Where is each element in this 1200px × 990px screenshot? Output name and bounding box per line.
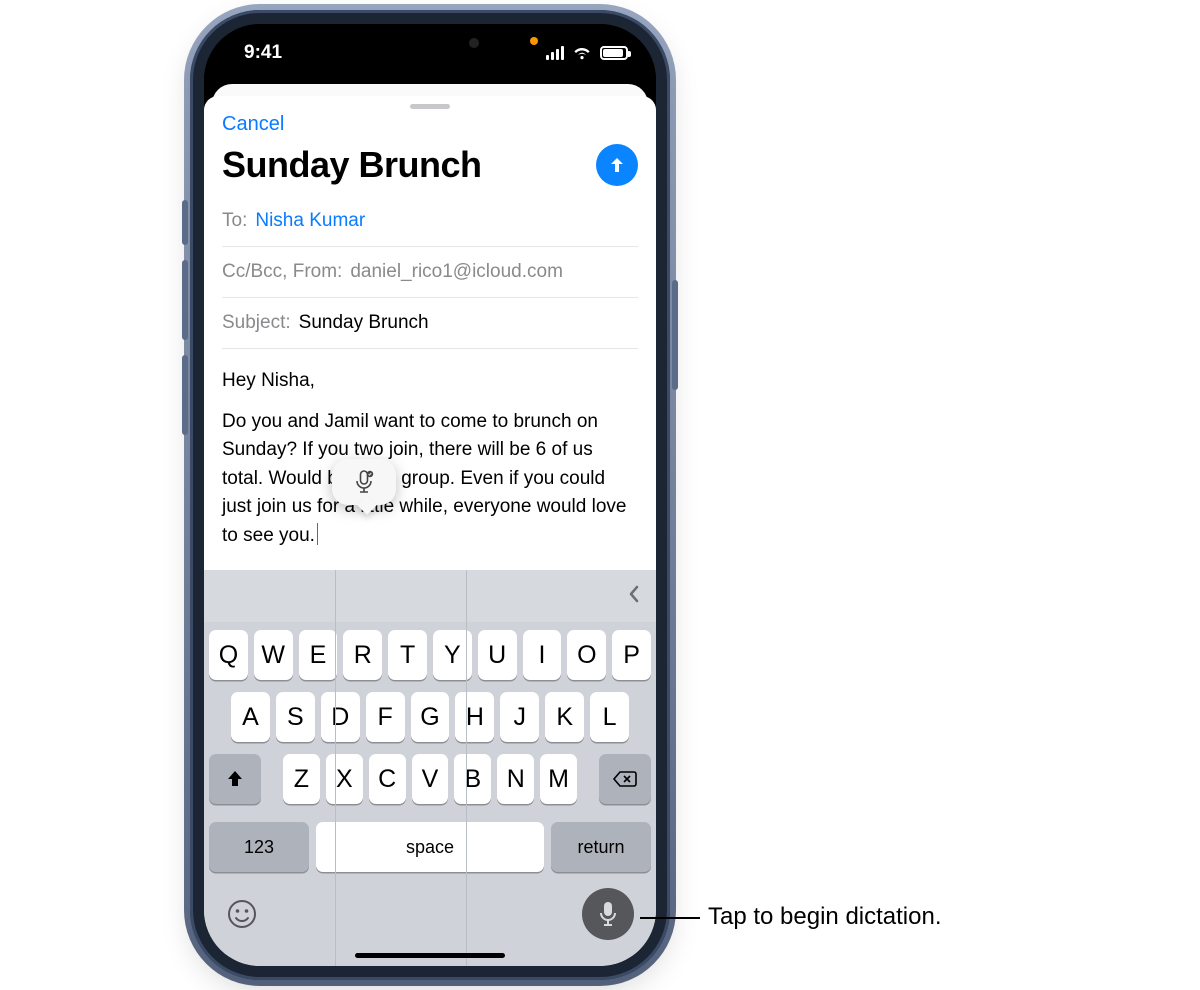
to-label: To: bbox=[222, 210, 247, 232]
subject-field[interactable]: Subject: Sunday Brunch bbox=[222, 298, 638, 349]
cc-bcc-from-field[interactable]: Cc/Bcc, From: daniel_rico1@icloud.com bbox=[222, 247, 638, 298]
send-button[interactable] bbox=[596, 144, 638, 186]
from-address: daniel_rico1@icloud.com bbox=[350, 261, 563, 283]
wifi-icon bbox=[572, 46, 592, 60]
status-time: 9:41 bbox=[244, 42, 282, 64]
ccfrom-label: Cc/Bcc, From: bbox=[222, 261, 342, 283]
status-indicators bbox=[530, 46, 628, 60]
body-line-1: Hey Nisha, bbox=[222, 367, 638, 396]
subject-value: Sunday Brunch bbox=[299, 312, 429, 334]
text-cursor bbox=[317, 523, 318, 545]
signal-icon bbox=[546, 46, 564, 60]
keyboard: Q W E R T Y U I O P A bbox=[204, 570, 656, 966]
home-indicator[interactable] bbox=[355, 953, 505, 958]
mic-indicator-dot bbox=[530, 37, 538, 45]
collapse-suggestions-button[interactable] bbox=[626, 582, 642, 611]
cancel-button[interactable]: Cancel bbox=[222, 113, 284, 136]
mute-switch bbox=[182, 200, 188, 245]
body-line-2: Do you and Jamil want to come to brunch … bbox=[222, 411, 626, 546]
volume-up bbox=[182, 260, 188, 340]
notch bbox=[345, 24, 515, 58]
subject-label: Subject: bbox=[222, 312, 291, 334]
mic-icon bbox=[353, 470, 375, 494]
callout-leader-line bbox=[640, 917, 700, 919]
to-recipient[interactable]: Nisha Kumar bbox=[255, 210, 365, 232]
page-title: Sunday Brunch bbox=[222, 144, 482, 186]
sheet-grabber[interactable] bbox=[410, 104, 450, 109]
callout-text: Tap to begin dictation. bbox=[708, 903, 942, 931]
compose-sheet: Cancel Sunday Brunch To: Nisha Kumar bbox=[204, 96, 656, 966]
dictation-popover[interactable] bbox=[332, 459, 396, 505]
mic-icon bbox=[597, 900, 619, 928]
volume-down bbox=[182, 355, 188, 435]
suggestion-slots bbox=[204, 570, 598, 966]
side-button bbox=[672, 280, 678, 390]
screen: 9:41 Cancel Sunday Bru bbox=[204, 24, 656, 966]
key-p[interactable]: P bbox=[612, 630, 651, 680]
chevron-left-icon bbox=[626, 582, 642, 606]
backspace-icon bbox=[612, 769, 638, 789]
backspace-key[interactable] bbox=[599, 754, 651, 804]
iphone-body: 9:41 Cancel Sunday Bru bbox=[190, 10, 670, 980]
arrow-up-icon bbox=[607, 155, 627, 175]
nav-bar: Cancel bbox=[204, 113, 656, 142]
battery-icon bbox=[600, 46, 628, 60]
keyboard-suggestion-bar bbox=[204, 570, 656, 622]
to-field[interactable]: To: Nisha Kumar bbox=[222, 196, 638, 247]
